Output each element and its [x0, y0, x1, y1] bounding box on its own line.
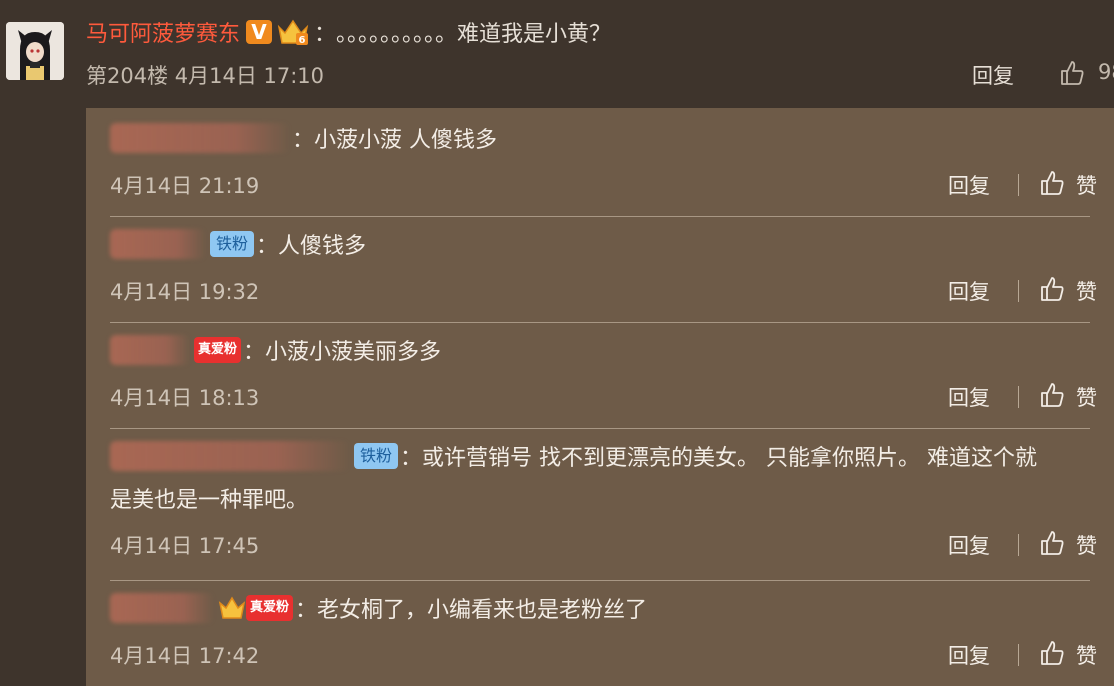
username[interactable]: 马可阿菠萝赛东 — [86, 16, 240, 48]
reply-meta: 4月14日 18:13 回复 赞 — [110, 378, 1097, 418]
main-comment-colon: ： — [314, 22, 337, 47]
reply-text: ：小菠小菠美丽多多 — [243, 340, 442, 365]
comment-page: 马可阿菠萝赛东 V 6 ： 。。。。。。。。。。难道我是小黄？ 第204楼 4月… — [0, 0, 1114, 686]
reply-button[interactable]: 回复 — [948, 382, 990, 412]
reply-button[interactable]: 回复 — [948, 640, 990, 670]
reply-line: 真爱粉 ：小菠小菠美丽多多 — [110, 334, 1090, 366]
reply-meta: 4月14日 21:19 回复 赞 — [110, 166, 1097, 206]
reply-time: 4月14日 18:13 — [110, 386, 260, 410]
reply-line: ：小菠小菠 人傻钱多 — [110, 122, 1090, 154]
reply-time: 4月14日 21:19 — [110, 174, 260, 198]
like-button[interactable]: 赞 — [1076, 170, 1097, 200]
reply-item: 铁粉 ：或许营销号 找不到更漂亮的美女。 只能拿你照片。 难道这个就 是美也是一… — [110, 440, 1097, 581]
blurred-username[interactable] — [110, 441, 350, 471]
reply-meta: 4月14日 17:42 回复 赞 — [110, 636, 1097, 676]
reply-time: 4月14日 17:45 — [110, 534, 260, 558]
blurred-username[interactable] — [110, 335, 190, 365]
thumb-up-icon[interactable] — [1038, 529, 1066, 557]
iron-fan-badge: 铁粉 — [210, 231, 255, 257]
reply-line: 真爱粉 ：老女桐了，小编看来也是老粉丝了 — [110, 592, 1090, 624]
reply-meta: 4月14日 19:32 回复 赞 — [110, 272, 1097, 312]
thumb-up-icon[interactable] — [1038, 381, 1066, 409]
divider — [1018, 280, 1019, 302]
reply-button[interactable]: 回复 — [948, 530, 990, 560]
reply-text: ：小菠小菠 人傻钱多 — [292, 128, 497, 153]
main-reply-button[interactable]: 回复 — [972, 60, 1014, 90]
reply-text: ：人傻钱多 — [256, 234, 367, 259]
blurred-username[interactable] — [110, 123, 290, 153]
blurred-username[interactable] — [110, 229, 206, 259]
main-comment-floor-time: 第204楼 4月14日 17:10 — [86, 64, 325, 88]
thumb-up-icon[interactable] — [1038, 639, 1066, 667]
reply-time: 4月14日 17:42 — [110, 644, 260, 668]
main-comment-header: 马可阿菠萝赛东 V 6 ： 。。。。。。。。。。难道我是小黄？ — [86, 14, 611, 50]
like-button[interactable]: 赞 — [1076, 530, 1097, 560]
main-comment: 马可阿菠萝赛东 V 6 ： 。。。。。。。。。。难道我是小黄？ 第204楼 4月… — [0, 0, 1114, 108]
reply-item: ：小菠小菠 人傻钱多 4月14日 21:19 回复 赞 — [110, 122, 1097, 217]
crown-badge-icon: 6 — [276, 17, 310, 47]
reply-text: ：老女桐了，小编看来也是老粉丝了 — [295, 598, 648, 623]
reply-item: 铁粉 ：人傻钱多 4月14日 19:32 回复 赞 — [110, 228, 1097, 323]
like-button[interactable]: 赞 — [1076, 276, 1097, 306]
blurred-username[interactable] — [110, 593, 214, 623]
like-button[interactable]: 赞 — [1076, 382, 1097, 412]
true-fan-badge: 真爱粉 — [246, 595, 294, 621]
thumb-up-icon[interactable] — [1058, 59, 1086, 87]
divider — [1018, 534, 1019, 556]
reply-text-continued: 是美也是一种罪吧。 — [110, 488, 309, 513]
thumb-up-icon[interactable] — [1038, 169, 1066, 197]
avatar[interactable] — [6, 22, 64, 80]
reply-line: 铁粉 ：或许营销号 找不到更漂亮的美女。 只能拿你照片。 难道这个就 — [110, 440, 1090, 472]
divider — [1018, 386, 1019, 408]
iron-fan-badge: 铁粉 — [354, 443, 399, 469]
reply-item: 真爱粉 ：小菠小菠美丽多多 4月14日 18:13 回复 赞 — [110, 334, 1097, 429]
verified-v-icon: V — [246, 20, 273, 44]
reply-button[interactable]: 回复 — [948, 276, 990, 306]
reply-panel: ：小菠小菠 人傻钱多 4月14日 21:19 回复 赞 铁粉 ：人傻钱多 4月1… — [86, 108, 1114, 686]
svg-text:6: 6 — [299, 35, 306, 46]
reply-item: 真爱粉 ：老女桐了，小编看来也是老粉丝了 4月14日 17:42 回复 赞 — [110, 592, 1097, 686]
reply-line: 铁粉 ：人傻钱多 — [110, 228, 1090, 260]
reply-text: ：或许营销号 找不到更漂亮的美女。 只能拿你照片。 难道这个就 — [400, 446, 1037, 471]
thumb-up-icon[interactable] — [1038, 275, 1066, 303]
reply-meta: 4月14日 17:45 回复 赞 — [110, 526, 1097, 566]
reply-button[interactable]: 回复 — [948, 170, 990, 200]
true-fan-badge: 真爱粉 — [194, 337, 242, 363]
divider — [1018, 644, 1019, 666]
reply-time: 4月14日 19:32 — [110, 280, 260, 304]
like-button[interactable]: 赞 — [1076, 640, 1097, 670]
main-comment-text: 。。。。。。。。。。难道我是小黄？ — [336, 22, 612, 47]
main-like-count: 98 — [1098, 60, 1114, 84]
divider — [1018, 174, 1019, 196]
crown-badge-icon — [218, 595, 246, 621]
